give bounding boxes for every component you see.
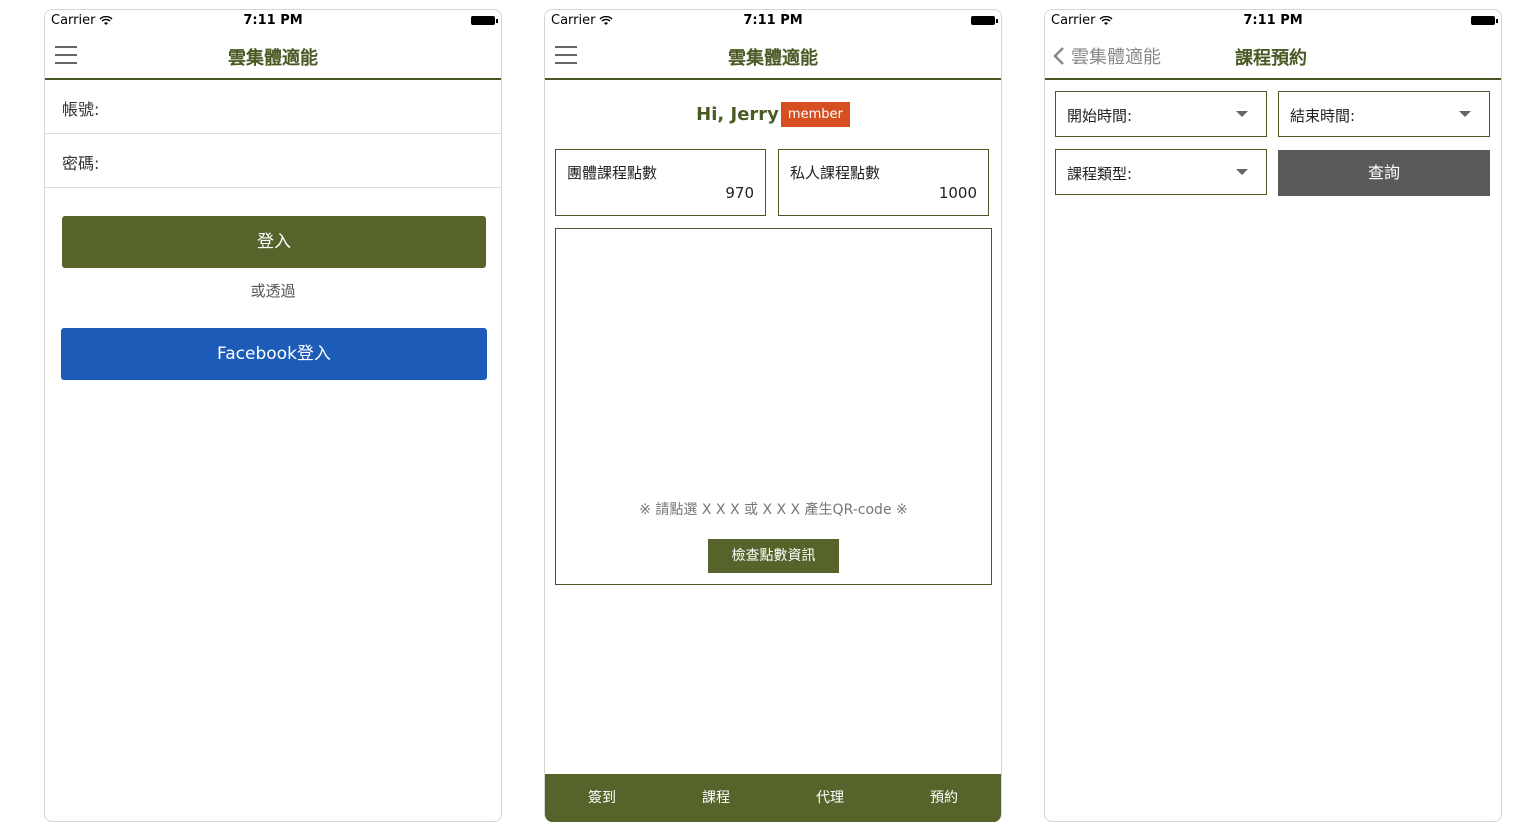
account-label: 帳號: [62,100,100,119]
tab-bar: 簽到 課程 代理 預約 [545,774,1001,822]
greeting-text: Hi, Jerry [696,104,779,125]
back-button[interactable]: 雲集體適能 [1053,43,1161,69]
status-time: 7:11 PM [743,13,803,28]
status-bar: Carrier 7:11 PM [545,10,1001,32]
member-badge: member [780,102,850,127]
qr-hint: ※ 請點選 X X X 或 X X X 產生QR-code ※ [639,502,908,518]
chevron-left-icon [1053,47,1064,65]
caret-down-icon [1236,111,1248,117]
check-points-button[interactable]: 檢查點數資訊 [708,539,839,573]
caret-down-icon [1459,111,1471,117]
greeting: Hi, Jerry member [545,102,1001,127]
nav-bar: 雲集體適能 課程預約 [1045,32,1501,80]
password-label: 密碼: [62,154,100,173]
password-row: 密碼: [45,134,501,188]
page-title: 課程預約 [1235,48,1307,69]
end-time-select[interactable]: 結束時間: [1278,91,1490,137]
login-screen: Carrier 7:11 PM 雲集體適能 帳號: 密碼: 登入 或透過 Fac… [44,9,502,822]
tab-booking[interactable]: 預約 [887,774,1001,822]
group-points-card: 團體課程點數 970 [555,149,766,216]
battery-icon [971,16,998,25]
private-points-value: 1000 [938,184,977,202]
battery-icon [471,16,498,25]
account-input[interactable] [115,92,491,122]
login-button[interactable]: 登入 [62,216,486,268]
query-button[interactable]: 查詢 [1278,150,1490,196]
nav-bar: 雲集體適能 [545,32,1001,80]
page-title: 雲集體適能 [728,48,818,69]
tab-checkin[interactable]: 簽到 [545,774,659,822]
page-title: 雲集體適能 [228,48,318,69]
end-time-label: 結束時間: [1290,107,1356,125]
back-label: 雲集體適能 [1071,47,1161,68]
account-row: 帳號: [45,80,501,134]
qr-code-panel: ※ 請點選 X X X 或 X X X 產生QR-code ※ 檢查點數資訊 [555,228,992,585]
course-type-label: 課程類型: [1067,165,1133,183]
start-time-label: 開始時間: [1067,107,1133,125]
tab-courses[interactable]: 課程 [659,774,773,822]
battery-icon [1471,16,1498,25]
caret-down-icon [1236,169,1248,175]
status-bar: Carrier 7:11 PM [45,10,501,32]
private-points-card: 私人課程點數 1000 [778,149,989,216]
or-text: 或透過 [250,282,296,300]
start-time-select[interactable]: 開始時間: [1055,91,1267,137]
home-screen: Carrier 7:11 PM 雲集體適能 Hi, Jerry member 團體… [544,9,1002,822]
nav-bar: 雲集體適能 [45,32,501,80]
private-points-label: 私人課程點數 [790,164,881,182]
course-type-select[interactable]: 課程類型: [1055,149,1267,195]
status-time: 7:11 PM [1243,13,1303,28]
booking-screen: Carrier 7:11 PM 雲集體適能 課程預約 開始時間: 結束時間: 課… [1044,9,1502,822]
group-points-label: 團體課程點數 [567,164,658,182]
facebook-login-button[interactable]: Facebook登入 [61,328,487,380]
status-time: 7:11 PM [243,13,303,28]
password-input[interactable] [115,146,491,176]
tab-agent[interactable]: 代理 [773,774,887,822]
status-bar: Carrier 7:11 PM [1045,10,1501,32]
group-points-value: 970 [725,184,754,202]
